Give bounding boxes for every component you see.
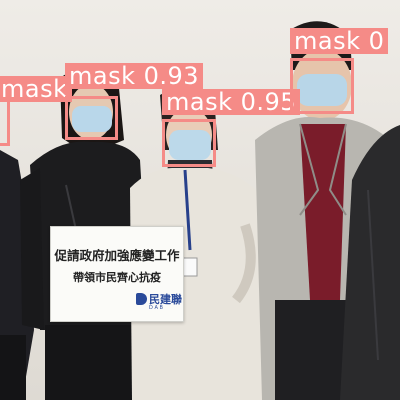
detection-label-4: mask 0 [290, 28, 389, 54]
detection-box-2 [65, 96, 118, 140]
detection-box-4 [290, 58, 354, 114]
protest-sign: 促請政府加強應變工作 帶領市民齊心抗疫 民建聯 D A B [50, 226, 184, 322]
party-logo-icon [136, 293, 147, 305]
party-logo-subtext: D A B [149, 305, 163, 311]
sign-line-1: 促請政府加強應變工作 [54, 248, 180, 263]
detection-label-2: mask 0.93 [65, 63, 204, 89]
photo-canvas: 促請政府加強應變工作 帶領市民齊心抗疫 民建聯 D A B mask mask … [0, 0, 400, 400]
detection-box-1 [0, 96, 10, 146]
detection-box-3 [162, 119, 216, 167]
detection-label-1: mask [0, 76, 72, 102]
sign-line-2: 帶領市民齊心抗疫 [73, 271, 161, 284]
detection-label-3: mask 0.95 [162, 89, 301, 115]
